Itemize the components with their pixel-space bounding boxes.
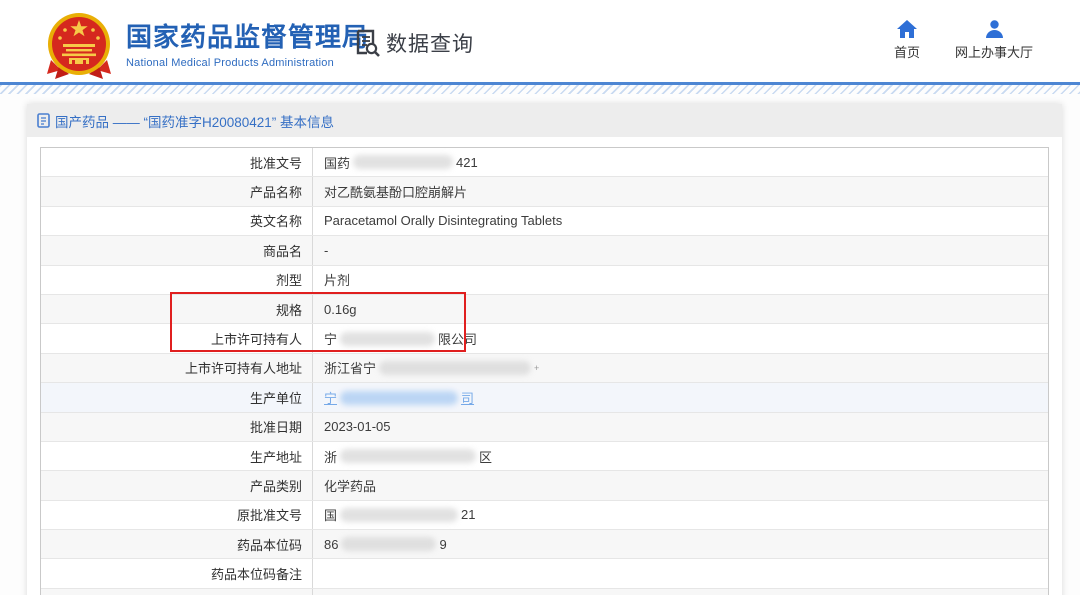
value-text: 9 bbox=[439, 537, 446, 552]
nav-home[interactable]: 首页 bbox=[877, 20, 937, 61]
table-row: 批准文号国药 421 bbox=[41, 148, 1048, 177]
nmpa-emblem-logo[interactable] bbox=[45, 10, 113, 82]
value-text: - bbox=[324, 243, 328, 258]
redaction-blur bbox=[340, 391, 458, 405]
table-row: 规格 0.16g bbox=[41, 295, 1048, 324]
field-value: 2023-01-05 bbox=[313, 413, 1048, 441]
redaction-blur bbox=[341, 537, 436, 551]
field-value: 宁司 bbox=[313, 383, 1048, 411]
field-label: 规格 bbox=[41, 295, 313, 323]
value-text: 421 bbox=[456, 155, 478, 170]
panel-titlebar: 国产药品 —— “国药准字H20080421” 基本信息 bbox=[27, 104, 1062, 137]
redaction-blur bbox=[353, 155, 453, 169]
value-text: 浙江省宁 bbox=[324, 358, 376, 377]
value-text: 浙 bbox=[324, 447, 337, 466]
field-value: Paracetamol Orally Disintegrating Tablet… bbox=[313, 207, 1048, 235]
redaction-blur bbox=[340, 508, 458, 522]
redaction-blur bbox=[379, 361, 531, 375]
table-row: 产品类别化学药品 bbox=[41, 471, 1048, 500]
table-row: 上市许可持有人地址浙江省宁 + bbox=[41, 354, 1048, 383]
field-value: 国药 421 bbox=[313, 148, 1048, 176]
field-label: 产品名称 bbox=[41, 177, 313, 205]
home-icon bbox=[897, 20, 917, 38]
redaction-blur bbox=[340, 332, 435, 346]
value-text: 86 bbox=[324, 537, 338, 552]
value-text: 片剂 bbox=[324, 270, 350, 289]
data-query-label: 数据查询 bbox=[386, 28, 474, 58]
table-row: 上市许可持有人宁 限公司 bbox=[41, 324, 1048, 353]
field-label: 剂型 bbox=[41, 266, 313, 294]
value-text: 宁 bbox=[324, 391, 337, 406]
value-text: 化学药品 bbox=[324, 476, 376, 495]
field-label: 批准文号 bbox=[41, 148, 313, 176]
user-icon bbox=[985, 20, 1004, 38]
field-value: 化学药品 bbox=[313, 471, 1048, 499]
field-label: 产品类别 bbox=[41, 471, 313, 499]
value-text: Paracetamol Orally Disintegrating Tablet… bbox=[324, 213, 562, 228]
value-text: 限公司 bbox=[438, 329, 477, 348]
value-text: 宁 bbox=[324, 329, 337, 348]
field-value bbox=[313, 589, 1048, 595]
manufacturer-link[interactable]: 宁司 bbox=[324, 388, 474, 407]
table-row: 生产地址浙区 bbox=[41, 442, 1048, 471]
table-row: 剂型片剂 bbox=[41, 266, 1048, 295]
document-search-icon bbox=[354, 29, 381, 57]
document-icon bbox=[37, 113, 50, 128]
value-text: + bbox=[534, 363, 539, 373]
field-label: 药品本位码备注 bbox=[41, 559, 313, 587]
field-label: 商品名 bbox=[41, 236, 313, 264]
value-text: 2023-01-05 bbox=[324, 419, 391, 434]
field-label: 英文名称 bbox=[41, 207, 313, 235]
field-value: 片剂 bbox=[313, 266, 1048, 294]
field-label: 上市许可持有人 bbox=[41, 324, 313, 352]
field-value: - bbox=[313, 236, 1048, 264]
table-row: 药品本位码备注 bbox=[41, 559, 1048, 588]
field-value: 浙区 bbox=[313, 442, 1048, 470]
org-title-block[interactable]: 国家药品监督管理局 National Medical Products Admi… bbox=[126, 17, 369, 69]
table-row bbox=[41, 589, 1048, 595]
value-text: 区 bbox=[479, 447, 492, 466]
field-value: 0.16g bbox=[313, 295, 1048, 323]
field-value: 浙江省宁 + bbox=[313, 354, 1048, 382]
table-row: 产品名称对乙酰氨基酚口腔崩解片 bbox=[41, 177, 1048, 206]
field-value: 宁 限公司 bbox=[313, 324, 1048, 352]
nav-hall-label: 网上办事大厅 bbox=[955, 42, 1033, 61]
value-text: 国药 bbox=[324, 153, 350, 172]
value-text: 对乙酰氨基酚口腔崩解片 bbox=[324, 182, 467, 201]
field-label: 生产单位 bbox=[41, 383, 313, 411]
info-table: 批准文号国药 421 产品名称对乙酰氨基酚口腔崩解片英文名称 Paracetamol … bbox=[40, 147, 1049, 595]
value-text: 司 bbox=[461, 391, 474, 406]
table-row: 英文名称 Paracetamol Orally Disintegrating Ta… bbox=[41, 207, 1048, 236]
field-label: 上市许可持有人地址 bbox=[41, 354, 313, 382]
field-label: 生产地址 bbox=[41, 442, 313, 470]
header-hatch-stripe bbox=[0, 85, 1080, 94]
field-label: 批准日期 bbox=[41, 413, 313, 441]
redaction-blur bbox=[340, 449, 476, 463]
table-row: 批准日期 2023-01-05 bbox=[41, 413, 1048, 442]
field-value: 86 9 bbox=[313, 530, 1048, 558]
field-value bbox=[313, 559, 1048, 587]
site-header: 国家药品监督管理局 National Medical Products Admi… bbox=[0, 0, 1080, 82]
field-label bbox=[41, 589, 313, 595]
value-text: 21 bbox=[461, 507, 475, 522]
nav-online-service-hall[interactable]: 网上办事大厅 bbox=[948, 20, 1040, 61]
table-row: 原批准文号国 21 bbox=[41, 501, 1048, 530]
field-value: 对乙酰氨基酚口腔崩解片 bbox=[313, 177, 1048, 205]
org-name-cn: 国家药品监督管理局 bbox=[126, 17, 369, 54]
value-text: 国 bbox=[324, 505, 337, 524]
field-label: 原批准文号 bbox=[41, 501, 313, 529]
org-name-en: National Medical Products Administration bbox=[126, 57, 369, 69]
content-card: 国产药品 —— “国药准字H20080421” 基本信息 批准文号国药 421 产品… bbox=[27, 104, 1062, 595]
field-label: 药品本位码 bbox=[41, 530, 313, 558]
panel-title: 国产药品 —— “国药准字H20080421” 基本信息 bbox=[55, 111, 334, 131]
table-row: 生产单位宁司 bbox=[41, 383, 1048, 412]
data-query-tab[interactable]: 数据查询 bbox=[354, 28, 474, 58]
table-row: 商品名- bbox=[41, 236, 1048, 265]
table-row: 药品本位码 86 9 bbox=[41, 530, 1048, 559]
field-value: 国 21 bbox=[313, 501, 1048, 529]
nav-home-label: 首页 bbox=[894, 42, 920, 61]
value-text: 0.16g bbox=[324, 302, 357, 317]
